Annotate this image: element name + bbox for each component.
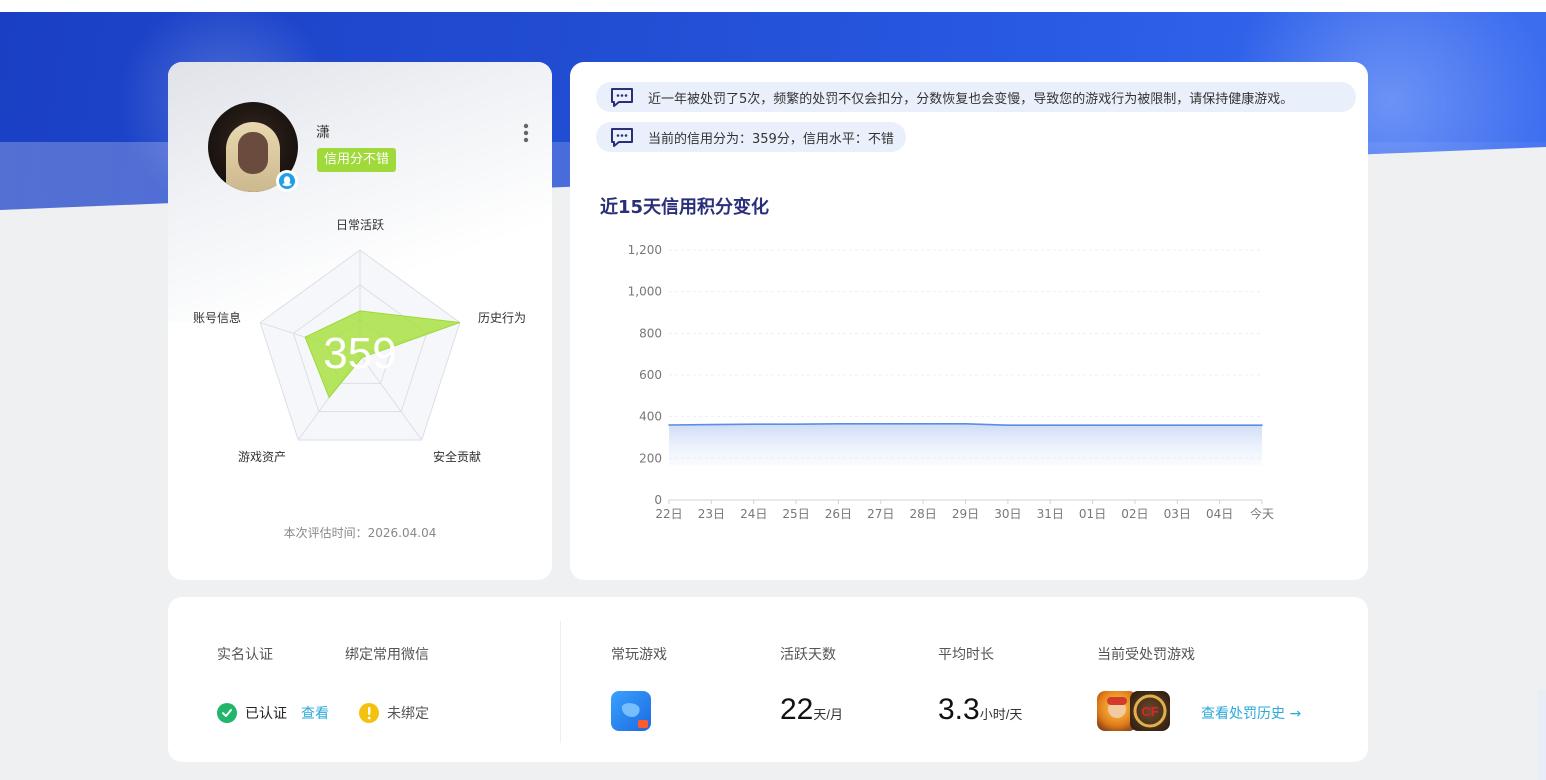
radar-label-account: 账号信息 — [193, 310, 241, 325]
active-days-value: 22天/月 — [780, 693, 843, 727]
chart-data-point — [1261, 424, 1263, 427]
chart-xtick-label: 31日 — [1037, 507, 1064, 521]
credit-score: 359 — [323, 329, 396, 378]
penalty-notice-text: 近一年被处罚了5次，频繁的处罚不仅会扣分，分数恢复也会变慢，导致您的游戏行为被限… — [648, 91, 1294, 107]
credit-level-badge: 信用分不错 — [317, 148, 397, 172]
view-realname-link[interactable]: 查看 — [301, 703, 329, 723]
chart-xtick-label: 27日 — [867, 507, 894, 521]
chart-xtick-label: 今天 — [1250, 506, 1274, 521]
avg-duration-number: 3.3 — [938, 693, 980, 726]
check-circle-icon — [217, 703, 237, 723]
chart-ytick-label: 600 — [639, 368, 662, 382]
chart-title: 近15天信用积分变化 — [600, 197, 770, 218]
more-options-icon[interactable] — [520, 122, 532, 146]
avg-duration-label: 平均时长 — [938, 647, 994, 663]
chart-data-point — [1049, 424, 1052, 427]
chart-data-point — [710, 423, 713, 426]
chart-xtick-label: 30日 — [994, 507, 1021, 521]
radar-label-daily-activity: 日常活跃 — [336, 218, 384, 232]
chart-ytick-label: 800 — [639, 326, 662, 340]
penalty-notice: 近一年被处罚了5次，频繁的处罚不仅会扣分，分数恢复也会变慢，导致您的游戏行为被限… — [596, 82, 1356, 112]
chart-data-point — [837, 422, 840, 425]
penalty-history: 查看处罚历史 → — [1201, 703, 1301, 723]
avg-duration-unit: 小时/天 — [979, 707, 1023, 722]
chart-data-point — [964, 422, 967, 425]
realname-status: 已认证 查看 未绑定 — [217, 703, 429, 723]
wechat-status-text: 未绑定 — [387, 706, 429, 722]
chart-xtick-label: 25日 — [782, 507, 809, 521]
stats-card: 实名认证 绑定常用微信 已认证 查看 未绑定 常玩游戏 活跃天数 22天/月 平… — [168, 597, 1368, 762]
message-icon — [611, 128, 633, 147]
active-days-unit: 天/月 — [813, 707, 843, 722]
radar-label-security: 安全贡献 — [433, 449, 481, 464]
credit-trend-chart: 0 200 400 600 800 1,000 1,200 22日 23日 24日 25日 26日 2… — [628, 243, 1274, 521]
chart-data-point — [1007, 424, 1009, 427]
chart-data-point — [1134, 424, 1136, 427]
svg-text:CF: CF — [1141, 704, 1158, 719]
qq-icon — [276, 170, 298, 192]
evaluation-time: 本次评估时间：2026.04.04 — [283, 526, 437, 540]
credit-chart-card: 近一年被处罚了5次，频繁的处罚不仅会扣分，分数恢复也会变慢，导致您的游戏行为被限… — [570, 62, 1368, 580]
chart-xtick-label: 02日 — [1121, 507, 1148, 521]
chart-xtick-label: 23日 — [698, 507, 725, 521]
chart-xtick-label: 28日 — [910, 507, 937, 521]
chart-data-point — [1091, 424, 1094, 427]
radar-label-history: 历史行为 — [478, 311, 526, 325]
wechat-label: 绑定常用微信 — [345, 647, 429, 663]
chart-ytick-label: 1,200 — [628, 243, 662, 257]
realname-label: 实名认证 — [217, 647, 273, 663]
score-notice-text: 当前的信用分为：359分，信用水平：不错 — [648, 131, 894, 147]
credit-radar-chart: 359 日常活跃 历史行为 安全贡献 游戏资产 账号信息 — [193, 218, 526, 464]
side-scroll-strip — [1538, 690, 1546, 780]
chart-ytick-label: 0 — [654, 493, 662, 507]
frequent-game-label: 常玩游戏 — [611, 647, 667, 663]
avatar-face — [238, 132, 268, 174]
chart-xtick-label: 24日 — [740, 507, 767, 521]
chart-ytick-label: 1,000 — [628, 285, 662, 299]
username: 潇 — [316, 125, 330, 141]
chart-ytick-label: 400 — [639, 410, 662, 424]
chart-data-point — [1218, 424, 1221, 427]
chart-xtick-label: 29日 — [952, 507, 979, 521]
realname-status-text: 已认证 — [245, 706, 287, 722]
message-icon — [611, 88, 633, 107]
penalized-games-label: 当前受处罚游戏 — [1097, 647, 1195, 663]
active-days-number: 22 — [780, 693, 814, 726]
chart-data-point — [1176, 424, 1179, 427]
chart-xtick-label: 26日 — [825, 507, 852, 521]
chart-xtick-label: 04日 — [1206, 507, 1233, 521]
penalized-game-icon-2[interactable]: CF — [1130, 691, 1170, 731]
radar-label-assets: 游戏资产 — [238, 450, 286, 464]
chart-data-point — [668, 424, 670, 426]
frequent-game-icon[interactable] — [611, 691, 651, 731]
divider — [560, 621, 561, 743]
chart-ytick-label: 200 — [639, 451, 662, 465]
top-strip — [0, 0, 1546, 12]
view-penalty-history-link[interactable]: 查看处罚历史 → — [1201, 703, 1301, 723]
chart-xtick-label: 03日 — [1164, 507, 1191, 521]
chart-area-fill — [669, 423, 1262, 466]
warning-icon — [359, 703, 379, 723]
chart-data-point — [922, 422, 924, 425]
active-days-label: 活跃天数 — [780, 647, 836, 663]
score-notice: 当前的信用分为：359分，信用水平：不错 — [596, 122, 906, 152]
avg-duration-value: 3.3小时/天 — [938, 693, 1022, 727]
chart-xtick-label: 01日 — [1079, 507, 1106, 521]
profile-card: 潇 信用分不错 359 日常活跃 历史行为 安全贡献 游戏资产 账号信息 本次评… — [168, 62, 552, 580]
chart-xtick-label: 22日 — [655, 507, 682, 521]
chart-data-point — [752, 423, 755, 425]
chart-data-point — [795, 423, 797, 425]
chart-data-point — [879, 422, 882, 425]
